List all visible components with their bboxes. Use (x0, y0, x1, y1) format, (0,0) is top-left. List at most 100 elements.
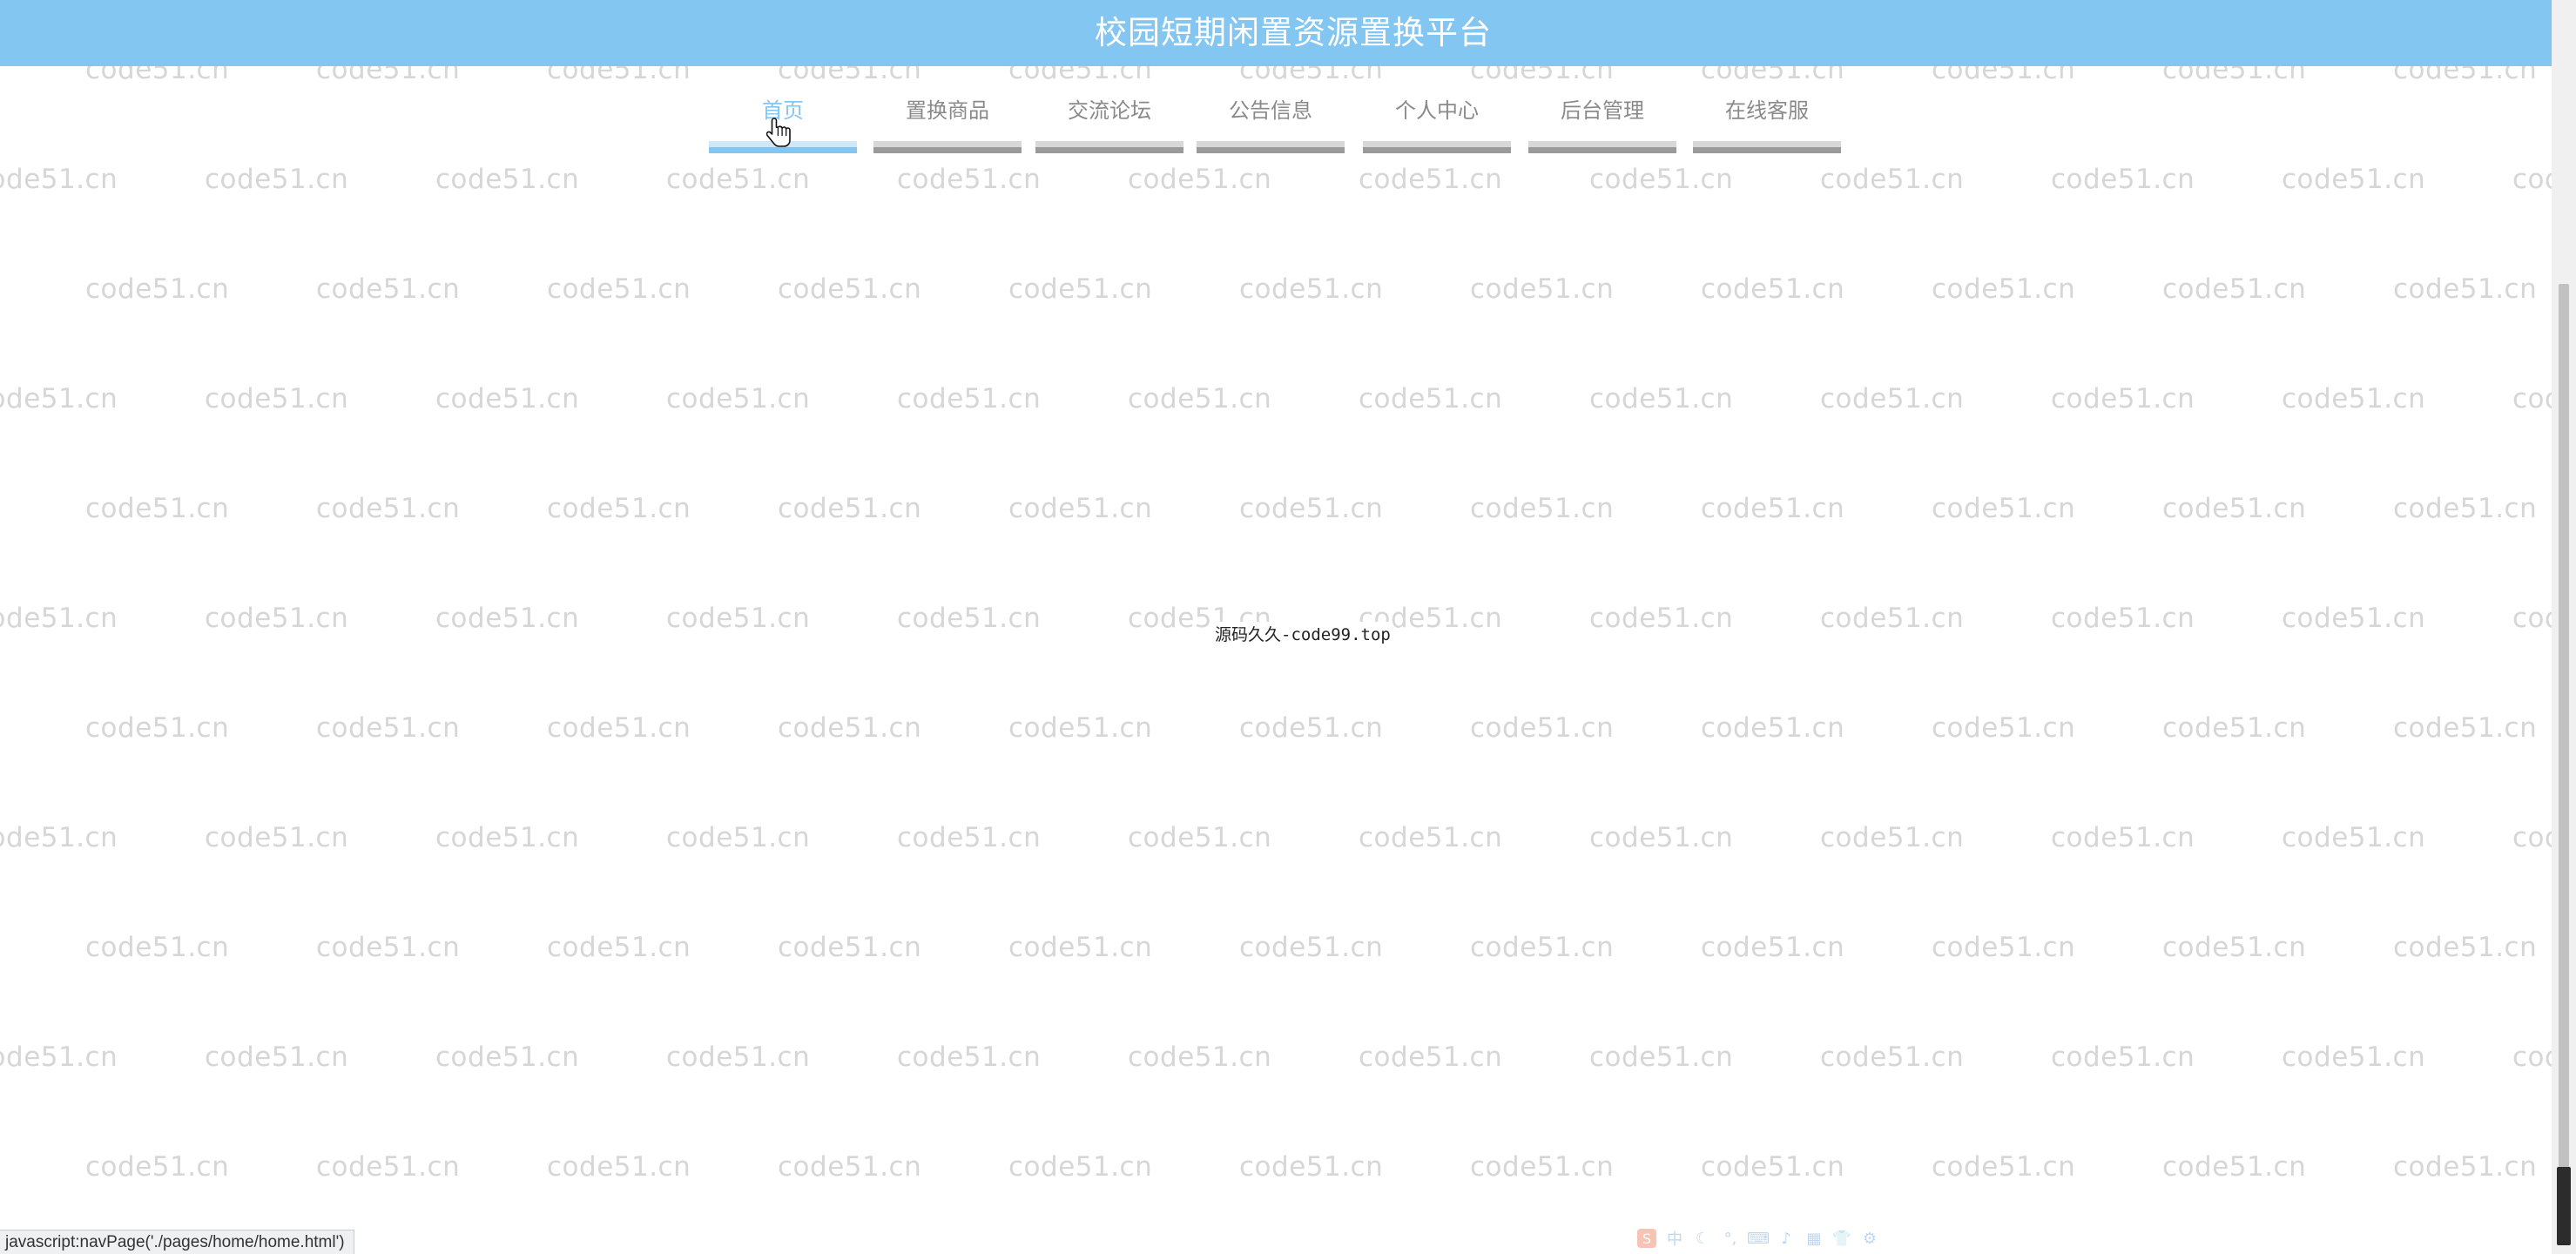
watermark-text: code51.cn (1008, 932, 1153, 963)
nav-item-online-service[interactable]: 在线客服 (1693, 96, 1841, 153)
nav-item-exchange-goods[interactable]: 置换商品 (873, 96, 1022, 153)
nav-item-label: 个人中心 (1395, 98, 1479, 123)
settings-icon[interactable]: ⚙ (1860, 1229, 1879, 1248)
watermark-text: code51.cn (2162, 1151, 2307, 1183)
watermark-text: code51.cn (778, 273, 922, 305)
watermark-text: code51.cn (778, 493, 922, 524)
watermark-text: code51.cn (1701, 712, 1845, 744)
watermark-text: code51.cn (2282, 1042, 2426, 1073)
watermark-text: code51.cn (435, 822, 580, 853)
watermark-text: code51.cn (897, 603, 1042, 634)
watermark-text: code51.cn (435, 603, 580, 634)
watermark-text: code51.cn (2051, 822, 2195, 853)
watermark-text: code51.cn (1589, 164, 1734, 195)
watermark-text: code51.cn (1932, 712, 2076, 744)
nav-item-underline (1693, 141, 1841, 153)
watermark-text: code51.cn (1008, 1151, 1153, 1183)
watermark-text: code51.cn (85, 273, 230, 305)
watermark-text: code51.cn (435, 164, 580, 195)
watermark-text: code51.cn (2051, 383, 2195, 415)
watermark-text: code51.cn (547, 1151, 691, 1183)
nav-item-personal-center[interactable]: 个人中心 (1363, 96, 1511, 153)
watermark-text: code51.cn (1128, 822, 1272, 853)
watermark-text: code51.cn (205, 1042, 349, 1073)
watermark-text: code51.cn (1470, 1151, 1615, 1183)
watermark-text: code51.cn (1470, 712, 1615, 744)
ime-toolbar[interactable]: S 中 ☾ °, ⌨ ♪ ▦ 👕 ⚙ (1637, 1224, 1879, 1252)
watermark-text: code51.cn (1589, 603, 1734, 634)
watermark-text: code51.cn (2162, 493, 2307, 524)
watermark-text: code51.cn (2162, 273, 2307, 305)
nav-item-underline (1363, 141, 1511, 153)
watermark-text: code51.cn (205, 383, 349, 415)
watermark-text: code51.cn (2282, 164, 2426, 195)
watermark-text: code51.cn (1589, 383, 1734, 415)
watermark-text: code51.cn (1701, 273, 1845, 305)
watermark-text: code51.cn (205, 822, 349, 853)
voice-icon[interactable]: ♪ (1777, 1229, 1796, 1248)
watermark-text: code51.cn (666, 1042, 811, 1073)
watermark-text: code51.cn (2051, 1042, 2195, 1073)
watermark-text: code51.cn (2162, 932, 2307, 963)
watermark-text: code51.cn (85, 932, 230, 963)
watermark-text: code51.cn (316, 273, 461, 305)
ime-language-toggle[interactable]: 中 (1665, 1229, 1684, 1249)
watermark-text: code51.cn (205, 164, 349, 195)
watermark-text: code51.cn (1008, 493, 1153, 524)
watermark-text: code51.cn (897, 164, 1042, 195)
watermark-text: code51.cn (1932, 932, 2076, 963)
watermark-text: code51.cn (897, 822, 1042, 853)
watermark-text: code51.cn (1128, 1042, 1272, 1073)
watermark-text: code51.cn (85, 493, 230, 524)
watermark-text: code51.cn (2393, 932, 2538, 963)
watermark-text: code51.cn (1701, 493, 1845, 524)
skin-icon[interactable]: 👕 (1832, 1229, 1851, 1248)
nav-item-announcements[interactable]: 公告信息 (1197, 96, 1345, 153)
watermark-text: code51.cn (316, 712, 461, 744)
watermark-text: code51.cn (1359, 164, 1503, 195)
watermark-text: code51.cn (0, 822, 118, 853)
watermark-text: code51.cn (85, 1151, 230, 1183)
watermark-text: code51.cn (1470, 493, 1615, 524)
site-header: 校园短期闲置资源置换平台 (0, 0, 2552, 66)
status-bar-url: javascript:navPage('./pages/home/home.ht… (0, 1230, 354, 1254)
site-credit-text: 源码久久-code99.top (1213, 622, 1393, 645)
watermark-text: code51.cn (1932, 1151, 2076, 1183)
nav-item-label: 后台管理 (1561, 98, 1644, 123)
nav-item-underline (1528, 141, 1676, 153)
watermark-text: code51.cn (0, 1042, 118, 1073)
watermark-text: code51.cn (1239, 712, 1384, 744)
watermark-text: code51.cn (2282, 603, 2426, 634)
watermark-text: code51.cn (1128, 383, 1272, 415)
watermark-text: code51.cn (1932, 273, 2076, 305)
nav-item-forum[interactable]: 交流论坛 (1035, 96, 1183, 153)
keyboard-icon[interactable]: ⌨ (1747, 1229, 1770, 1248)
watermark-text: code51.cn (1359, 383, 1503, 415)
watermark-text: code51.cn (547, 932, 691, 963)
watermark-text: code51.cn (1239, 273, 1384, 305)
main-nav: 首页 置换商品 交流论坛 公告信息 个人中心 后台管理 在线客服 (0, 96, 2552, 153)
watermark-text: code51.cn (666, 603, 811, 634)
watermark-text: code51.cn (1239, 493, 1384, 524)
watermark-text: code51.cn (1589, 1042, 1734, 1073)
watermark-text: code51.cn (1701, 932, 1845, 963)
watermark-text: code51.cn (316, 932, 461, 963)
watermark-text: code51.cn (205, 603, 349, 634)
watermark-text: code51.cn (2162, 712, 2307, 744)
nav-item-admin[interactable]: 后台管理 (1528, 96, 1676, 153)
watermark-text: code51.cn (1359, 822, 1503, 853)
watermark-text: code51.cn (1128, 164, 1272, 195)
toolbox-icon[interactable]: ▦ (1804, 1229, 1824, 1248)
watermark-text: code51.cn (1008, 712, 1153, 744)
moon-icon[interactable]: ☾ (1693, 1229, 1712, 1248)
watermark-text: code51.cn (1701, 1151, 1845, 1183)
sogou-logo-icon[interactable]: S (1637, 1229, 1656, 1248)
scrollbar-thumb[interactable] (2559, 284, 2569, 1242)
punctuation-icon[interactable]: °, (1721, 1229, 1740, 1248)
vertical-scrollbar[interactable] (2552, 0, 2576, 1254)
watermark-text: code51.cn (1239, 1151, 1384, 1183)
watermark-text: code51.cn (1008, 273, 1153, 305)
watermark-text: code51.cn (2051, 603, 2195, 634)
scrollbar-thumb-end (2557, 1167, 2571, 1245)
watermark-text: code51.cn (435, 383, 580, 415)
